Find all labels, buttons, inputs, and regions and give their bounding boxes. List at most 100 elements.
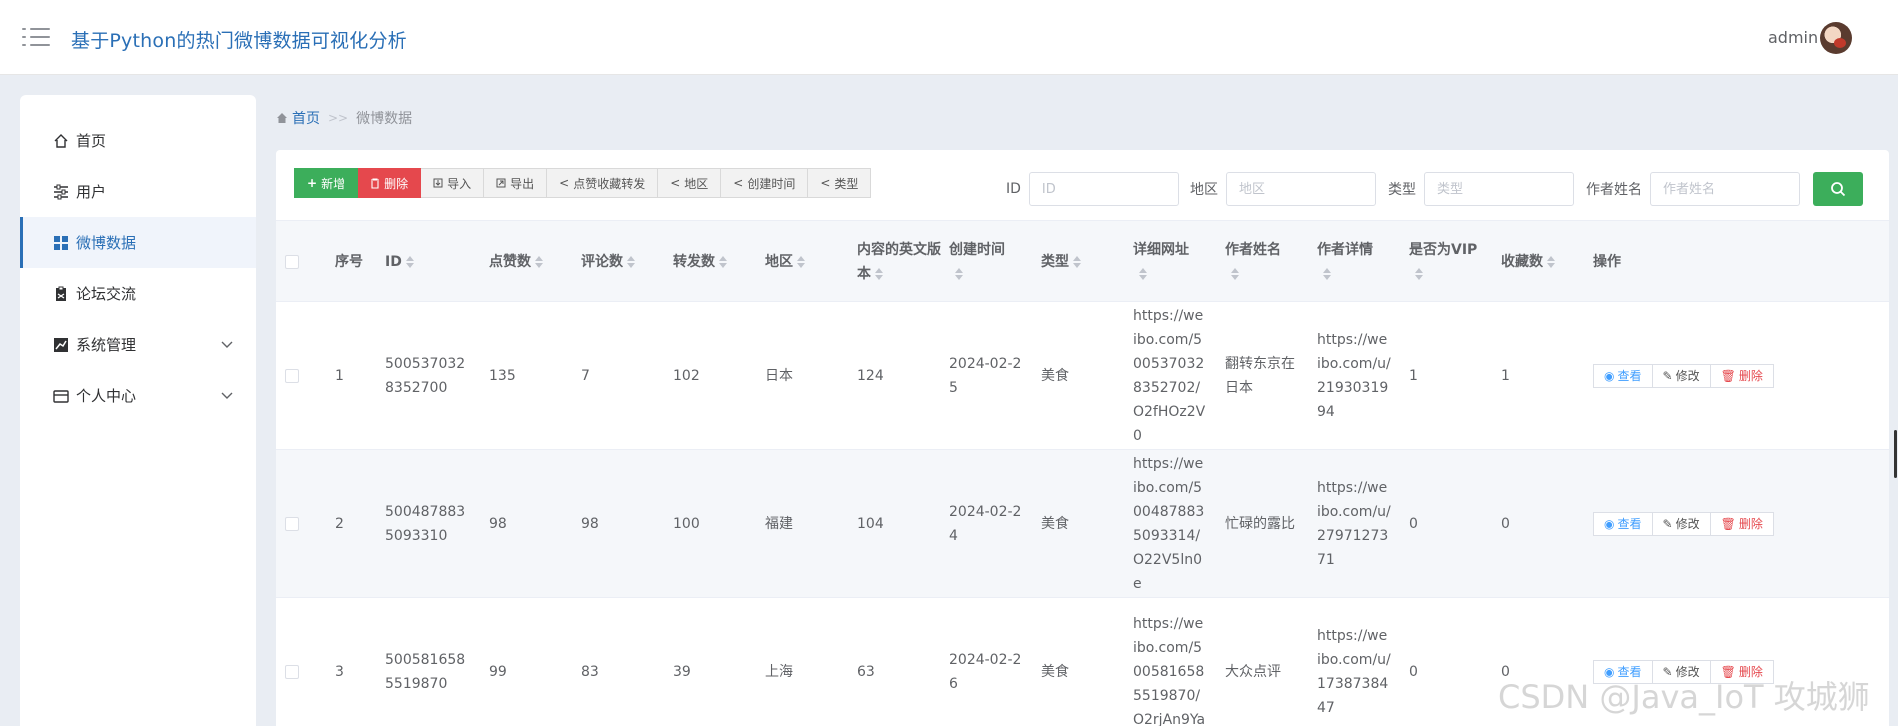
cell-id: 5005816585519870	[385, 652, 466, 692]
col-favorites[interactable]: 收藏数	[1501, 221, 1555, 303]
sort-icon[interactable]	[1231, 268, 1239, 280]
sort-icon[interactable]	[875, 268, 883, 280]
cell-url[interactable]: https://weibo.com/5005816585519870/O2rjA…	[1133, 598, 1207, 726]
sort-icon[interactable]	[1547, 256, 1555, 268]
col-author-detail[interactable]: 作者详情	[1317, 221, 1387, 303]
share-icon: <	[670, 176, 681, 190]
sort-icon[interactable]	[797, 256, 805, 268]
edit-icon: ✎	[1662, 369, 1673, 383]
search-type-label: 类型	[1388, 182, 1416, 198]
row-delete-button[interactable]: 🗑 删除	[1710, 512, 1774, 536]
col-created-label: 创建时间	[949, 242, 1005, 258]
search-type-input[interactable]	[1424, 172, 1574, 206]
sidebar-item-label: 系统管理	[76, 336, 137, 354]
col-vip[interactable]: 是否为VIP	[1409, 221, 1489, 303]
add-button[interactable]: + 新增	[294, 168, 359, 198]
col-author[interactable]: 作者姓名	[1225, 221, 1295, 303]
table-row: 1 5005370328352700 135 7 102 日本 124 2024…	[276, 302, 1889, 450]
sidebar-item-users[interactable]: 用户	[20, 166, 256, 217]
import-button[interactable]: 导入	[421, 168, 485, 198]
col-comments[interactable]: 评论数	[581, 221, 635, 303]
sort-icon[interactable]	[627, 256, 635, 268]
col-likes[interactable]: 点赞数	[489, 221, 543, 303]
view-button[interactable]: ◉ 查看	[1593, 364, 1653, 388]
search-region-input[interactable]	[1226, 172, 1376, 206]
sidebar-item-home[interactable]: 首页	[20, 115, 256, 166]
sort-icon[interactable]	[955, 268, 963, 280]
col-idx: 序号	[335, 221, 363, 303]
cell-author: 翻转东京在日本	[1225, 356, 1295, 396]
sort-icon[interactable]	[1323, 268, 1331, 280]
sort-icon[interactable]	[719, 256, 727, 268]
sidebar-item-system[interactable]: 系统管理	[20, 319, 256, 370]
breadcrumb-home[interactable]: 首页	[276, 108, 320, 128]
stats-region-button[interactable]: < 地区	[658, 168, 722, 198]
cell-author-detail[interactable]: https://weibo.com/u/2193031994	[1317, 302, 1391, 450]
chevron-down-icon	[221, 392, 233, 399]
cell-region: 上海	[765, 664, 793, 680]
col-created[interactable]: 创建时间	[949, 221, 1019, 303]
search-author-input[interactable]	[1650, 172, 1800, 206]
stats-time-button[interactable]: < 创建时间	[721, 168, 809, 198]
row-checkbox[interactable]	[285, 665, 299, 679]
col-en-version[interactable]: 内容的英文版本	[857, 221, 943, 303]
cell-ops: ◉ 查看 ✎ 修改 🗑 删除	[1593, 302, 1774, 450]
search-id-input[interactable]	[1028, 172, 1179, 206]
search-id: ID	[1006, 172, 1179, 206]
scrollbar-thumb[interactable]	[1894, 430, 1897, 478]
row-checkbox[interactable]	[285, 369, 299, 383]
edit-button-label: 修改	[1675, 517, 1700, 531]
col-type[interactable]: 类型	[1041, 221, 1081, 303]
col-id[interactable]: ID	[385, 221, 414, 303]
sidebar-item-weibo-data[interactable]: 微博数据	[20, 217, 256, 268]
sort-icon[interactable]	[405, 256, 414, 268]
edit-button[interactable]: ✎ 修改	[1652, 512, 1711, 536]
cell-likes: 98	[489, 516, 507, 532]
col-reposts-label: 转发数	[673, 254, 715, 270]
row-delete-button[interactable]: 🗑 删除	[1710, 364, 1774, 388]
col-region-label: 地区	[765, 254, 793, 270]
stats-region-label: 地区	[684, 176, 709, 191]
menu-toggle-icon[interactable]	[22, 26, 50, 48]
export-button[interactable]: 导出	[484, 168, 548, 198]
col-type-label: 类型	[1041, 254, 1069, 270]
cell-type: 美食	[1041, 664, 1069, 680]
search-button[interactable]	[1813, 172, 1863, 206]
avatar[interactable]	[1820, 22, 1852, 54]
view-button[interactable]: ◉ 查看	[1593, 512, 1653, 536]
row-checkbox[interactable]	[285, 517, 299, 531]
edit-button[interactable]: ✎ 修改	[1652, 364, 1711, 388]
col-url-label: 详细网址	[1133, 242, 1189, 258]
search-region: 地区	[1190, 172, 1376, 206]
cell-comments: 98	[581, 516, 599, 532]
col-url[interactable]: 详细网址	[1133, 221, 1203, 303]
sort-icon[interactable]	[535, 256, 543, 268]
cell-created: 2024-02-25	[949, 356, 1022, 396]
table-header: 序号 ID 点赞数 评论数 转发数 地区 内容的英文版本 创建时间 类型 详细网…	[276, 220, 1889, 302]
stats-type-button[interactable]: < 类型	[808, 168, 872, 198]
delete-button[interactable]: 删除	[358, 168, 422, 198]
cell-url[interactable]: https://weibo.com/5005370328352702/O2fHO…	[1133, 302, 1207, 450]
cell-vip: 1	[1409, 368, 1418, 384]
col-author-label: 作者姓名	[1225, 242, 1281, 258]
col-reposts[interactable]: 转发数	[673, 221, 727, 303]
sidebar-item-profile[interactable]: 个人中心	[20, 370, 256, 421]
cell-region: 日本	[765, 368, 793, 384]
cell-comments: 83	[581, 664, 599, 680]
user-name[interactable]: admin	[1768, 28, 1818, 47]
col-author-detail-label: 作者详情	[1317, 242, 1373, 258]
share-icon: <	[733, 176, 744, 190]
breadcrumb-separator: >>	[328, 111, 349, 125]
view-button-label: 查看	[1617, 369, 1642, 383]
stats-likes-button[interactable]: < 点赞收藏转发	[547, 168, 659, 198]
select-all-checkbox[interactable]	[285, 255, 299, 269]
cell-url[interactable]: https://weibo.com/5004878835093314/O22V5…	[1133, 450, 1207, 598]
import-icon	[433, 178, 443, 188]
sort-icon[interactable]	[1139, 268, 1147, 280]
sidebar-item-forum[interactable]: 论坛交流	[20, 268, 256, 319]
cell-author-detail[interactable]: https://weibo.com/u/2797127371	[1317, 450, 1391, 598]
sort-icon[interactable]	[1415, 268, 1423, 280]
sort-icon[interactable]	[1073, 256, 1081, 268]
col-region[interactable]: 地区	[765, 221, 805, 303]
cell-author-detail[interactable]: https://weibo.com/u/1738738447	[1317, 598, 1391, 726]
